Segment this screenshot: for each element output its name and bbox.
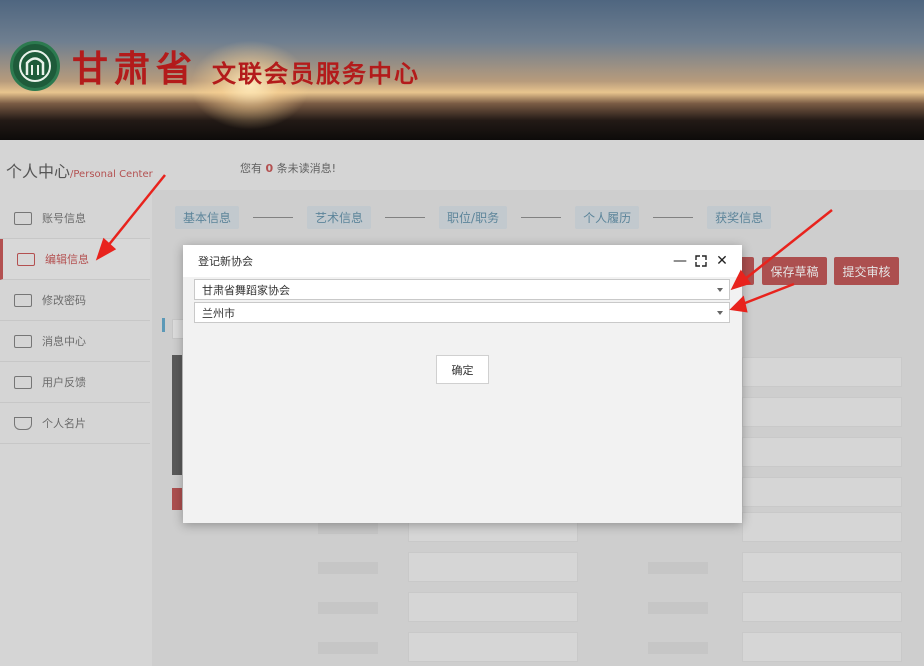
form-field[interactable]: [742, 357, 902, 387]
feedback-icon: [14, 375, 32, 389]
form-label: [648, 642, 708, 654]
register-association-dialog: 登记新协会 — ✕ 甘肃省舞蹈家协会 兰州市 确定: [183, 245, 742, 523]
id-card-icon: [14, 211, 32, 225]
form-field[interactable]: [742, 477, 902, 507]
site-subtitle: 文联会员服务中心: [212, 58, 421, 88]
form-label: [318, 642, 378, 654]
unread-prefix: 您有: [240, 162, 262, 175]
step-divider: [385, 217, 426, 218]
pencil-icon: [14, 293, 32, 307]
form-field[interactable]: [742, 552, 902, 582]
sidebar-item-label: 修改密码: [42, 294, 86, 307]
step-divider: [653, 217, 694, 218]
form-label: [318, 522, 378, 534]
message-icon: [14, 334, 32, 348]
form-field[interactable]: [408, 552, 578, 582]
chevron-down-icon: [717, 288, 723, 292]
sidebar-item-label: 编辑信息: [45, 253, 89, 266]
tab-position[interactable]: 职位/职务: [439, 206, 508, 229]
close-icon[interactable]: ✕: [714, 253, 730, 269]
sidebar-item-label: 消息中心: [42, 335, 86, 348]
step-divider: [253, 217, 294, 218]
personal-center-label: 个人中心: [6, 162, 71, 181]
association-select-value: 甘肃省舞蹈家协会: [202, 283, 290, 297]
form-field[interactable]: [742, 632, 902, 662]
step-divider: [521, 217, 562, 218]
tab-art-info[interactable]: 艺术信息: [307, 206, 372, 229]
maximize-icon[interactable]: [693, 253, 709, 269]
emblem-icon: [10, 41, 60, 91]
unread-suffix: 条未读消息!: [276, 162, 337, 175]
city-select[interactable]: 兰州市: [194, 302, 730, 323]
form-label: [318, 562, 378, 574]
personal-center-title: 个人中心/Personal Center: [6, 158, 153, 182]
sidebar-item-account[interactable]: 账号信息: [0, 198, 150, 239]
confirm-button[interactable]: 确定: [436, 355, 489, 384]
form-label: [648, 602, 708, 614]
sidebar-item-feedback[interactable]: 用户反馈: [0, 362, 150, 403]
tab-resume[interactable]: 个人履历: [575, 206, 640, 229]
site-title: 甘肃省: [72, 48, 199, 90]
unread-notice[interactable]: 您有 0 条未读消息!: [240, 160, 336, 176]
minimize-icon[interactable]: —: [672, 253, 688, 269]
form-field[interactable]: [408, 592, 578, 622]
city-select-value: 兰州市: [202, 306, 235, 320]
site-logo: 甘肃省 文联会员服务中心: [10, 40, 420, 92]
upload-photo-button[interactable]: [172, 488, 182, 510]
dialog-title: 登记新协会: [198, 255, 253, 268]
unread-count: 0: [265, 162, 274, 175]
sidebar: 账号信息 编辑信息 修改密码 消息中心 用户反馈 个人名片: [0, 198, 150, 444]
personal-center-english: /Personal Center: [70, 169, 153, 180]
tab-basic-info[interactable]: 基本信息: [175, 206, 240, 229]
form-field[interactable]: [742, 512, 902, 542]
sidebar-item-business-card[interactable]: 个人名片: [0, 403, 150, 444]
avatar: [172, 355, 182, 475]
step-tabs: 基本信息 艺术信息 职位/职务 个人履历 获奖信息: [175, 206, 772, 229]
sidebar-item-label: 个人名片: [42, 417, 86, 430]
edit-card-icon: [17, 252, 35, 266]
form-label: [648, 562, 708, 574]
form-field[interactable]: [742, 397, 902, 427]
sidebar-item-edit-info[interactable]: 编辑信息: [0, 239, 150, 280]
header-banner: 甘肃省 文联会员服务中心: [0, 0, 924, 140]
sidebar-item-label: 用户反馈: [42, 376, 86, 389]
dialog-header: 登记新协会 — ✕: [183, 245, 742, 277]
sidebar-item-messages[interactable]: 消息中心: [0, 321, 150, 362]
graduation-cap-icon: [14, 416, 32, 430]
form-field[interactable]: [742, 592, 902, 622]
section-marker: [162, 318, 165, 332]
sidebar-item-change-password[interactable]: 修改密码: [0, 280, 150, 321]
save-draft-button[interactable]: 保存草稿: [762, 257, 827, 285]
chevron-down-icon: [717, 311, 723, 315]
dialog-controls: — ✕: [667, 253, 730, 269]
submit-review-button[interactable]: 提交审核: [834, 257, 899, 285]
sidebar-item-label: 账号信息: [42, 212, 86, 225]
form-field[interactable]: [408, 632, 578, 662]
form-field[interactable]: [742, 437, 902, 467]
association-select[interactable]: 甘肃省舞蹈家协会: [194, 279, 730, 300]
tab-awards[interactable]: 获奖信息: [707, 206, 772, 229]
form-label: [318, 602, 378, 614]
